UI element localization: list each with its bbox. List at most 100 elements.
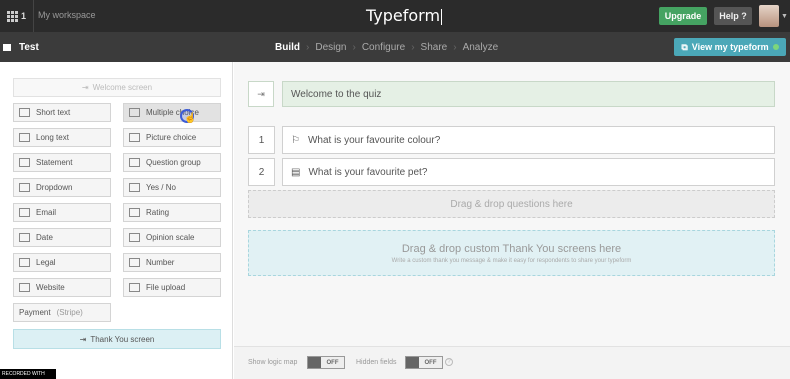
- statement-flag-icon: ⚐: [291, 134, 300, 146]
- picture-choice-icon: [129, 133, 140, 142]
- tab-analyze[interactable]: Analyze: [463, 42, 499, 53]
- question-type-label: Website: [36, 283, 65, 292]
- form-title[interactable]: Test: [19, 42, 39, 53]
- drop-thankyou-subtitle: Write a custom thank you message & make …: [391, 257, 632, 264]
- question-number: 2: [248, 158, 275, 186]
- drop-thankyou-title: Drag & drop custom Thank You screens her…: [401, 242, 622, 255]
- question-block[interactable]: ▤ What is your favourite pet?: [282, 158, 775, 186]
- chevron-right-icon: ›: [306, 42, 310, 53]
- multiple-choice-icon: [129, 108, 140, 117]
- question-type-website[interactable]: Website: [13, 278, 111, 297]
- question-type-label: Yes / No: [146, 183, 176, 192]
- question-type-label: Dropdown: [36, 183, 73, 192]
- question-type-picture-choice[interactable]: Picture choice: [123, 128, 221, 147]
- question-type-yes-no[interactable]: Yes / No: [123, 178, 221, 197]
- number-icon: [129, 258, 140, 267]
- hidden-fields-state: OFF: [424, 359, 437, 366]
- question-type-multiple-choice[interactable]: Multiple choice: [123, 103, 221, 122]
- question-type-label: Number: [146, 258, 175, 267]
- chevron-right-icon: ›: [352, 42, 356, 53]
- chevron-right-icon: ›: [411, 42, 415, 53]
- recording-watermark: RECORDED WITH: [0, 369, 56, 379]
- picture-choice-icon: ▤: [291, 166, 301, 178]
- welcome-marker-icon: ⇥: [257, 88, 265, 99]
- welcome-screen-button[interactable]: ⇥ Welcome screen: [13, 78, 221, 97]
- help-button[interactable]: Help ?: [714, 7, 752, 25]
- hidden-fields-toggle[interactable]: OFF: [405, 356, 443, 369]
- dropdown-icon: [19, 183, 30, 192]
- email-icon: [19, 208, 30, 217]
- eye-icon: [406, 357, 419, 368]
- question-type-statement[interactable]: Statement: [13, 153, 111, 172]
- question-type-file-upload[interactable]: File upload: [123, 278, 221, 297]
- question-type-dropdown[interactable]: Dropdown: [13, 178, 111, 197]
- question-text: What is your favourite colour?: [307, 134, 441, 146]
- question-type-legal[interactable]: Legal: [13, 253, 111, 272]
- logic-map-label: Show logic map: [248, 359, 298, 366]
- typeform-logo: Typeform: [366, 6, 443, 25]
- yes-no-icon: [129, 183, 140, 192]
- question-type-label: Legal: [36, 258, 56, 267]
- rating-icon: [129, 208, 140, 217]
- opinion-scale-icon: [129, 233, 140, 242]
- status-dot-icon: [772, 44, 779, 50]
- question-group-icon: [129, 158, 140, 167]
- question-type-number[interactable]: Number: [123, 253, 221, 272]
- question-type-payment[interactable]: Payment (Stripe): [13, 303, 111, 322]
- question-type-label: Date: [36, 233, 53, 242]
- workspace-breadcrumb[interactable]: My workspace: [38, 10, 96, 20]
- tab-build[interactable]: Build: [275, 42, 300, 53]
- question-type-label: Email: [36, 208, 57, 217]
- thankyou-screen-icon: ⇥: [79, 334, 87, 344]
- tab-design[interactable]: Design: [315, 42, 346, 53]
- builder-steps: Build › Design › Configure › Share › Ana…: [275, 42, 498, 53]
- view-typeform-button[interactable]: ⧉ View my typeform: [674, 38, 786, 56]
- thankyou-screen-label: Thank You screen: [90, 334, 155, 344]
- question-type-short-text[interactable]: Short text: [13, 103, 111, 122]
- question-type-label: Payment: [19, 308, 51, 317]
- tab-share[interactable]: Share: [421, 42, 448, 53]
- workspaces-button[interactable]: 1: [0, 0, 34, 32]
- apps-grid-icon: [6, 10, 18, 22]
- form-icon: [3, 44, 11, 51]
- tab-configure[interactable]: Configure: [362, 42, 405, 53]
- drop-questions-zone[interactable]: Drag & drop questions here: [248, 190, 775, 218]
- question-type-long-text[interactable]: Long text: [13, 128, 111, 147]
- view-typeform-label: View my typeform: [691, 42, 769, 52]
- workspace-count: 1: [20, 11, 26, 21]
- external-link-icon: ⧉: [681, 41, 688, 52]
- hand-pointer-icon: ☝: [184, 113, 197, 124]
- logic-map-toggle[interactable]: OFF: [307, 356, 345, 369]
- statement-icon: [19, 158, 30, 167]
- logo-text: Typeform: [366, 6, 441, 25]
- text-cursor-icon: [441, 8, 443, 25]
- upgrade-button[interactable]: Upgrade: [659, 7, 707, 25]
- drop-thankyou-zone[interactable]: Drag & drop custom Thank You screens her…: [248, 230, 775, 276]
- question-number: 1: [248, 126, 275, 154]
- question-type-label: Opinion scale: [146, 233, 195, 242]
- question-type-rating[interactable]: Rating: [123, 203, 221, 222]
- question-type-question-group[interactable]: Question group: [123, 153, 221, 172]
- short-text-icon: [19, 108, 30, 117]
- avatar[interactable]: [759, 5, 779, 27]
- website-icon: [19, 283, 30, 292]
- question-type-label: Statement: [36, 158, 73, 167]
- question-block[interactable]: ⚐ What is your favourite colour?: [282, 126, 775, 154]
- welcome-screen-block[interactable]: Welcome to the quiz: [282, 81, 775, 107]
- welcome-screen-marker[interactable]: ⇥: [248, 81, 274, 107]
- file-upload-icon: [129, 283, 140, 292]
- question-type-label: Long text: [36, 133, 69, 142]
- hidden-fields-label: Hidden fields: [356, 359, 397, 366]
- question-type-email[interactable]: Email: [13, 203, 111, 222]
- question-type-label: Short text: [36, 108, 71, 117]
- thankyou-screen-button[interactable]: ⇥ Thank You screen: [13, 329, 221, 349]
- date-icon: [19, 233, 30, 242]
- payment-provider: (Stripe): [56, 308, 83, 317]
- question-type-date[interactable]: Date: [13, 228, 111, 247]
- logic-map-state: OFF: [326, 359, 339, 366]
- question-type-label: File upload: [146, 283, 186, 292]
- help-circle-icon[interactable]: ?: [445, 358, 453, 366]
- question-type-opinion-scale[interactable]: Opinion scale: [123, 228, 221, 247]
- chevron-down-icon[interactable]: ▼: [781, 13, 788, 20]
- long-text-icon: [19, 133, 30, 142]
